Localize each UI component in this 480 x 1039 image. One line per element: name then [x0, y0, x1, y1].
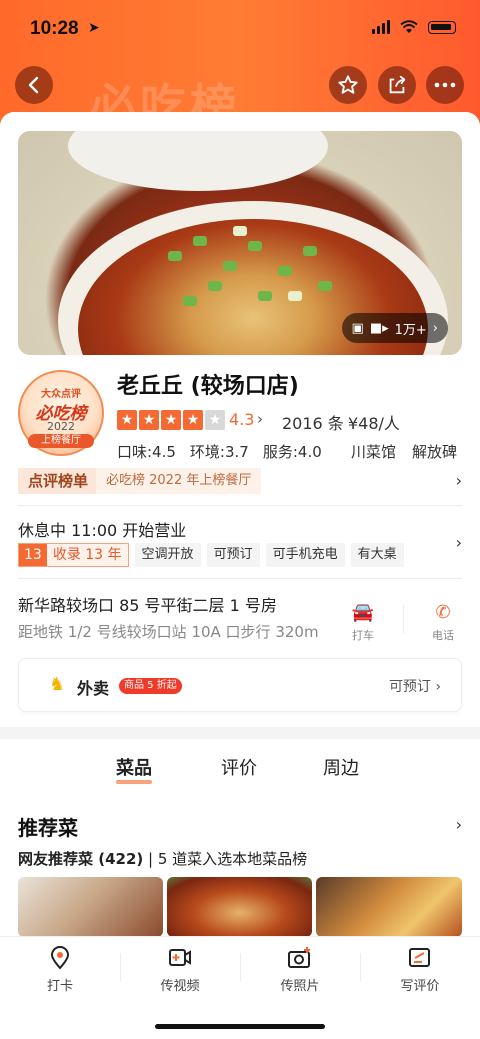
battery-icon	[428, 20, 456, 34]
upload-video-label: 传视频	[160, 979, 200, 994]
booking-link[interactable]: 可预订 ›	[389, 676, 441, 696]
shop-photo[interactable]: ▣ ■▸ 1万+ ›	[18, 131, 462, 355]
avg-price: ¥48/人	[348, 414, 400, 433]
media-count: 1万+	[394, 322, 427, 338]
divider	[403, 604, 404, 634]
write-review-button[interactable]: 写评价	[360, 945, 480, 994]
chevron-right-icon[interactable]: ›	[456, 533, 462, 552]
feature-tag: 有大桌	[350, 543, 404, 567]
delivery-card[interactable]: ♞ 外卖 商品 5 折起 可预订 ›	[18, 658, 462, 712]
rating-value[interactable]: 4.3	[229, 410, 254, 429]
tab-nearby[interactable]: 周边	[323, 754, 359, 780]
seal-brand: 大众点评	[41, 389, 81, 400]
recommend-subtitle: 网友推荐菜 (422) | 5 道菜入选本地菜品榜	[18, 848, 307, 869]
more-button[interactable]	[426, 66, 464, 104]
status-time: 10:28	[30, 18, 79, 39]
camera-icon	[288, 947, 310, 968]
status-icons	[372, 20, 456, 34]
dish-photo[interactable]	[316, 877, 462, 937]
seal-ribbon: 上榜餐厅	[28, 434, 94, 448]
more-icon	[434, 82, 456, 88]
sub-scores: 口味:4.5 环境:3.7 服务:4.0	[117, 441, 336, 462]
feature-tags: 13 收录 13 年 空调开放 可预订 可手机充电 有大桌	[18, 543, 404, 567]
section-gap	[0, 727, 480, 739]
share-icon	[389, 75, 406, 94]
back-button[interactable]	[15, 66, 53, 104]
feature-tag: 空调开放	[134, 543, 201, 567]
phone-label: 电话	[432, 629, 454, 642]
chevron-right-icon[interactable]: ›	[257, 410, 263, 428]
location-arrow-icon: ➤	[88, 20, 100, 36]
listed-years-text: 收录 13 年	[46, 544, 128, 566]
star-icon: ★	[161, 410, 181, 430]
edit-icon	[409, 948, 430, 967]
signal-icon	[372, 20, 390, 34]
shop-name: 老丘丘 (较场口店)	[117, 374, 299, 399]
star-icon: ★	[139, 410, 159, 430]
ranking-tag: 点评榜单	[18, 468, 97, 494]
section-tabs: 菜品 评价 周边	[0, 740, 480, 792]
chevron-right-icon[interactable]: ›	[456, 815, 462, 834]
delivery-icon: ♞	[49, 674, 66, 695]
home-indicator	[155, 1024, 325, 1029]
location-pin-icon	[50, 946, 70, 970]
chevron-right-icon: ›	[455, 471, 462, 490]
dish-photo[interactable]	[167, 877, 312, 937]
star-icon: ★	[183, 410, 203, 430]
media-count-badge[interactable]: ▣ ■▸ 1万+ ›	[341, 313, 448, 343]
review-count[interactable]: 2016 条	[282, 410, 344, 434]
tab-dishes[interactable]: 菜品	[116, 754, 152, 784]
chevron-right-icon: ›	[432, 320, 438, 336]
divider	[18, 578, 462, 579]
recommend-note: | 5 道菜入选本地菜品榜	[143, 850, 308, 868]
star-icon: ★	[117, 410, 137, 430]
feature-tag: 可预订	[206, 543, 260, 567]
ranking-text: 必吃榜 2022 年上榜餐厅	[96, 468, 262, 494]
phone-button[interactable]: ✆ 电话	[423, 602, 463, 643]
divider	[18, 505, 462, 506]
taxi-label: 打车	[352, 629, 374, 642]
star-rating: ★ ★ ★ ★ ★	[117, 410, 225, 430]
listed-years-badge: 13 收录 13 年	[18, 543, 129, 567]
seal-year: 2022	[47, 420, 75, 433]
must-eat-seal: 大众点评 必吃榜 2022 上榜餐厅	[18, 370, 104, 456]
upload-photo-button[interactable]: 传照片	[240, 945, 360, 994]
recommend-title: 推荐菜	[18, 816, 78, 840]
area: 解放碑	[412, 443, 458, 461]
video-icon: ■▸	[369, 320, 389, 336]
recommend-count: 网友推荐菜 (422)	[18, 850, 144, 868]
car-icon: 🚘	[351, 602, 375, 623]
taste-score: 口味:4.5	[117, 443, 176, 461]
service-score: 服务:4.0	[262, 443, 322, 461]
star-icon	[338, 75, 358, 94]
write-review-label: 写评价	[400, 979, 440, 994]
wifi-icon	[400, 20, 418, 33]
address-line[interactable]: 新华路较场口 85 号平街二层 1 号房	[18, 592, 277, 616]
video-upload-icon	[169, 949, 191, 966]
upload-video-button[interactable]: 传视频	[120, 945, 240, 994]
share-button[interactable]	[378, 66, 416, 104]
feature-tag: 可手机充电	[265, 543, 345, 567]
upload-photo-label: 传照片	[280, 979, 320, 994]
environment-score: 环境:3.7	[189, 443, 249, 461]
business-hours[interactable]: 休息中 11:00 开始营业	[18, 517, 186, 541]
checkin-button[interactable]: 打卡	[0, 945, 120, 994]
dish-photo[interactable]	[18, 877, 163, 937]
checkin-label: 打卡	[46, 979, 73, 994]
bottom-action-bar: 打卡 传视频 传照片 写评价	[0, 936, 480, 1039]
listed-years-number: 13	[19, 544, 47, 566]
star-empty-icon: ★	[205, 410, 225, 430]
taxi-button[interactable]: 🚘 打车	[343, 602, 383, 643]
photo-icon: ▣	[351, 320, 364, 336]
promo-badge: 商品 5 折起	[119, 678, 182, 694]
favorite-button[interactable]	[329, 66, 367, 104]
status-bar: 10:28 ➤	[0, 14, 480, 48]
phone-icon: ✆	[435, 602, 451, 623]
chevron-left-icon	[28, 76, 39, 94]
ranking-list-row[interactable]: 点评榜单 必吃榜 2022 年上榜餐厅 ›	[18, 468, 462, 494]
metro-distance: 距地铁 1/2 号线较场口站 10A 口步行 320m	[18, 623, 319, 641]
category: 川菜馆	[351, 443, 397, 461]
tab-reviews[interactable]: 评价	[221, 754, 257, 780]
delivery-label: 外卖	[77, 679, 110, 698]
